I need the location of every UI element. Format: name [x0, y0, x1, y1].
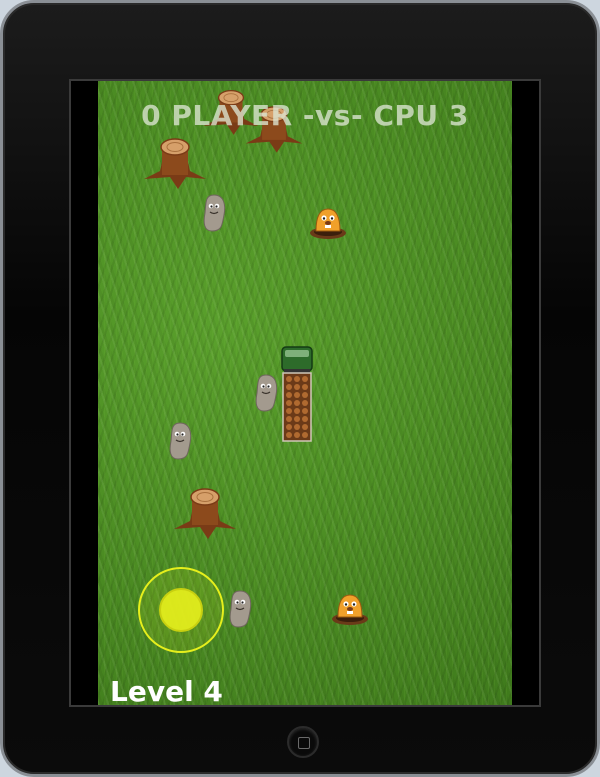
- joystick-knob[interactable]: [159, 588, 203, 632]
- virtual-joystick[interactable]: [136, 565, 226, 655]
- home-square-icon: [298, 737, 310, 749]
- tree-stump: [174, 488, 236, 539]
- potato-character: [203, 194, 226, 232]
- potato-character: [255, 374, 278, 412]
- mole-character: [332, 594, 368, 625]
- potato-character: [229, 590, 252, 628]
- potato-character: [169, 422, 192, 460]
- log-truck: [281, 346, 313, 442]
- level-indicator: Level 4: [110, 675, 223, 705]
- tablet-device: 0 PLAYER -vs- CPU 3 Level 4: [0, 0, 600, 777]
- tree-stump: [144, 138, 206, 189]
- mole-character: [310, 208, 346, 239]
- scoreboard: 0 PLAYER -vs- CPU 3: [141, 99, 469, 132]
- home-button[interactable]: [287, 726, 319, 758]
- game-playfield[interactable]: 0 PLAYER -vs- CPU 3 Level 4: [98, 81, 512, 705]
